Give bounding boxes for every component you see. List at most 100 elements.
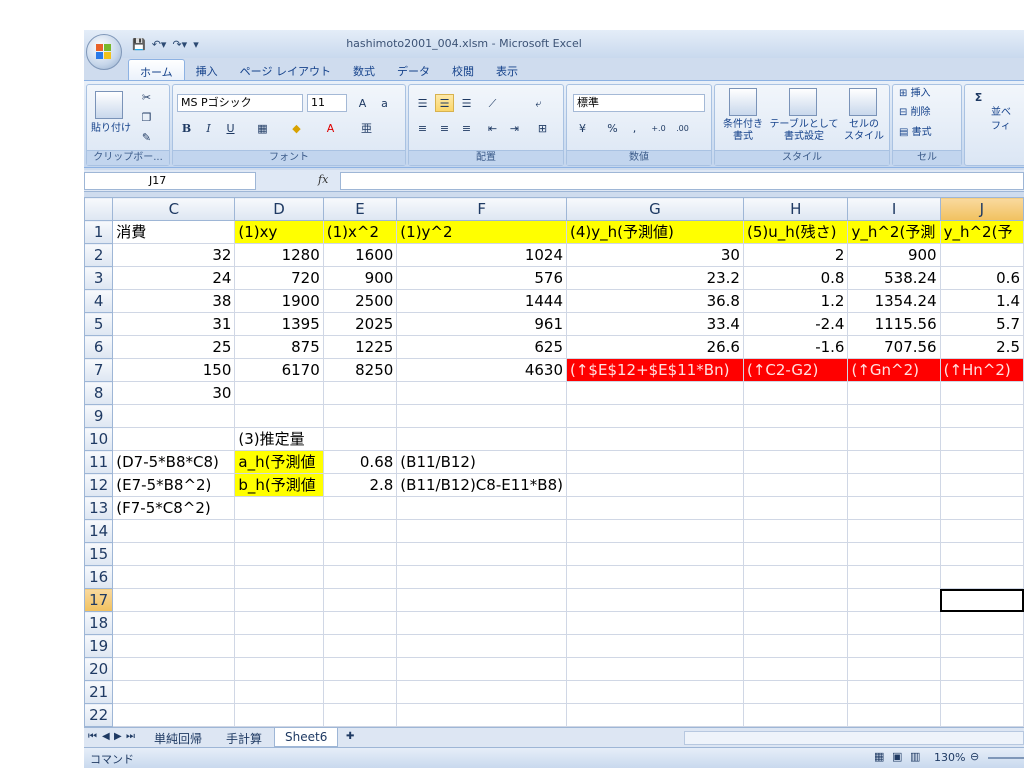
borders-icon[interactable]: ▦ [253,119,272,137]
cell[interactable] [847,565,941,589]
column-header[interactable]: D [234,197,324,221]
cell[interactable]: 150 [112,358,236,382]
align-top-icon[interactable]: ☰ [413,94,432,112]
cell[interactable]: a_h(予測値 [234,450,324,474]
cell[interactable] [939,381,1024,405]
cell[interactable]: 2.8 [322,473,398,497]
cell[interactable] [396,588,567,612]
worksheet-grid[interactable]: CDEFGHIJ 1 消費 (1)xy (1)x^2 (1)y^2 (4)y_h(予測値)… [84,197,1024,727]
cell[interactable] [566,588,744,612]
column-header[interactable]: C [112,197,236,221]
row-header[interactable]: 3 [84,266,114,290]
cell[interactable]: 720 [234,266,324,290]
row-header[interactable]: 5 [84,312,114,336]
cell[interactable]: 31 [112,312,236,336]
cell[interactable]: 1444 [396,289,567,313]
row-header[interactable]: 18 [84,611,114,635]
currency-icon[interactable]: ¥ [573,119,592,137]
cell[interactable]: y_h^2(予 [939,220,1024,244]
cell[interactable]: 8250 [322,358,398,382]
page-break-view-icon[interactable]: ▥ [910,750,920,763]
cell[interactable]: 38 [112,289,236,313]
cell[interactable] [742,703,849,727]
cell[interactable]: (↑C2-G2) [742,358,849,382]
cell[interactable] [847,381,941,405]
cell[interactable] [939,565,1024,589]
comma-button[interactable]: , [625,119,644,137]
cell[interactable] [939,473,1024,497]
cell[interactable]: (3)推定量 [234,427,324,451]
tab-home[interactable]: ホーム [128,59,185,81]
cell[interactable]: 0.6 [939,266,1024,290]
font-name-box[interactable]: MS Pゴシック [177,94,303,112]
conditional-format-icon[interactable] [729,88,757,116]
cell[interactable] [742,473,849,497]
last-sheet-icon[interactable]: ⏭ [126,731,135,742]
next-sheet-icon[interactable]: ▶ [114,731,122,742]
cell[interactable] [396,542,567,566]
cell[interactable] [847,542,941,566]
row-header[interactable]: 17 [84,588,114,612]
cell[interactable] [566,611,744,635]
increase-decimal-icon[interactable]: +.0 [649,119,668,137]
row-header[interactable]: 8 [84,381,114,405]
cell[interactable] [396,611,567,635]
cell[interactable] [112,427,236,451]
cell[interactable] [847,634,941,658]
cell[interactable]: (E7-5*B8^2) [112,473,236,497]
cell[interactable] [566,450,744,474]
paste-icon[interactable] [95,91,123,119]
format-painter-icon[interactable]: ✎ [137,128,156,146]
cell[interactable] [566,657,744,681]
cell[interactable] [566,542,744,566]
cell[interactable] [396,565,567,589]
cell[interactable]: 625 [396,335,567,359]
cell[interactable]: b_h(予測値 [234,473,324,497]
cell[interactable]: 2025 [322,312,398,336]
cell[interactable] [566,427,744,451]
cell[interactable] [566,404,744,428]
cell[interactable] [939,657,1024,681]
cell[interactable] [742,496,849,520]
cell[interactable]: 1.4 [939,289,1024,313]
cell[interactable]: (B11/B12) [396,450,567,474]
cell[interactable] [742,634,849,658]
horizontal-scrollbar[interactable] [684,731,1024,745]
cell[interactable] [742,657,849,681]
cell[interactable] [234,634,324,658]
tab-data[interactable]: データ [386,59,441,81]
sort-filter-button[interactable]: 並べ [991,107,1024,119]
cell[interactable]: 4630 [396,358,567,382]
tab-insert[interactable]: 挿入 [185,59,229,81]
normal-view-icon[interactable]: ▦ [874,750,884,763]
cell[interactable] [112,680,236,704]
tab-formulas[interactable]: 数式 [342,59,386,81]
cell-styles-icon[interactable] [849,88,877,116]
cell[interactable] [322,657,398,681]
cell[interactable]: 23.2 [566,266,744,290]
cell[interactable] [396,381,567,405]
cell[interactable] [566,496,744,520]
cell[interactable] [112,404,236,428]
cell[interactable]: y_h^2(予測 [847,220,941,244]
cell[interactable] [234,542,324,566]
cell[interactable] [742,427,849,451]
cell[interactable]: 30 [566,243,744,267]
cell[interactable]: 2.5 [939,335,1024,359]
cell[interactable] [847,404,941,428]
row-header[interactable]: 11 [84,450,114,474]
cell[interactable] [112,657,236,681]
cell[interactable]: 6170 [234,358,324,382]
cell[interactable] [322,588,398,612]
page-layout-view-icon[interactable]: ▣ [892,750,902,763]
insert-cells-button[interactable]: ⊞ 挿入 [899,88,959,100]
align-middle-icon[interactable]: ☰ [435,94,454,112]
sheet-tab-tekeisan[interactable]: 手計算 [216,728,272,747]
prev-sheet-icon[interactable]: ◀ [102,731,110,742]
cell[interactable] [847,611,941,635]
cell[interactable]: -2.4 [742,312,849,336]
cell[interactable] [742,565,849,589]
row-header[interactable]: 10 [84,427,114,451]
cell[interactable] [234,611,324,635]
cell[interactable] [939,703,1024,727]
